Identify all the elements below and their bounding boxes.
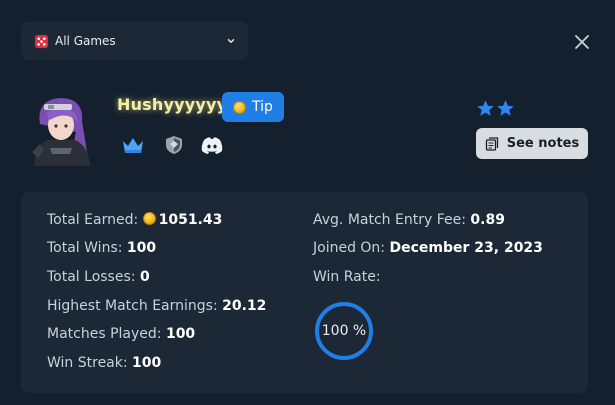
stat-joined-on: Joined On: December 23, 2023 bbox=[313, 240, 543, 256]
tip-label: Tip bbox=[252, 99, 273, 115]
joined-label: Joined On: bbox=[313, 240, 386, 256]
star-icon bbox=[477, 100, 494, 116]
matches-played-label: Matches Played: bbox=[47, 326, 162, 342]
total-wins-value: 100 bbox=[126, 240, 157, 256]
shield-icon[interactable] bbox=[162, 135, 186, 155]
stat-avg-entry-fee: Avg. Match Entry Fee: 0.89 bbox=[313, 212, 505, 228]
rating-stars bbox=[476, 99, 515, 118]
total-earned-label: Total Earned: bbox=[47, 212, 139, 228]
avg-fee-label: Avg. Match Entry Fee: bbox=[313, 212, 466, 228]
total-losses-label: Total Losses: bbox=[47, 269, 136, 285]
avatar bbox=[32, 98, 90, 166]
stat-total-earned: Total Earned: 1051.43 bbox=[47, 212, 222, 228]
star-icon bbox=[497, 100, 514, 116]
game-filter-label: All Games bbox=[55, 34, 116, 48]
notes-icon bbox=[485, 136, 498, 151]
tip-button[interactable]: Tip bbox=[222, 92, 284, 122]
game-filter-dropdown[interactable]: All Games bbox=[21, 22, 248, 60]
stat-win-rate: Win Rate: bbox=[313, 269, 381, 285]
win-streak-value: 100 bbox=[132, 355, 162, 371]
coin-icon bbox=[233, 100, 247, 114]
username[interactable]: Hushyyyyyy bbox=[117, 95, 227, 114]
win-rate-value: 100 % bbox=[321, 323, 367, 339]
win-streak-label: Win Streak: bbox=[47, 355, 128, 371]
see-notes-label: See notes bbox=[506, 136, 580, 151]
coin-icon bbox=[142, 212, 156, 225]
stat-matches-played: Matches Played: 100 bbox=[47, 326, 195, 342]
total-losses-value: 0 bbox=[139, 269, 150, 285]
joined-value: December 23, 2023 bbox=[389, 240, 543, 256]
total-earned-value: 1051.43 bbox=[158, 212, 223, 228]
see-notes-button[interactable]: See notes bbox=[476, 128, 588, 159]
avg-fee-value: 0.89 bbox=[470, 212, 505, 228]
matches-played-value: 100 bbox=[165, 326, 196, 342]
stats-panel: Total Earned: 1051.43 Total Wins: 100 To… bbox=[21, 192, 588, 393]
win-rate-ring: 100 % bbox=[313, 300, 375, 362]
discord-icon[interactable] bbox=[200, 135, 224, 155]
close-icon[interactable] bbox=[573, 33, 591, 51]
dice-icon bbox=[34, 34, 49, 48]
stat-total-wins: Total Wins: 100 bbox=[47, 240, 156, 256]
total-wins-label: Total Wins: bbox=[47, 240, 123, 256]
highest-earnings-label: Highest Match Earnings: bbox=[47, 298, 218, 314]
stat-win-streak: Win Streak: 100 bbox=[47, 355, 161, 371]
stat-total-losses: Total Losses: 0 bbox=[47, 269, 150, 285]
win-rate-label: Win Rate: bbox=[313, 269, 381, 285]
stat-highest-earnings: Highest Match Earnings: 20.12 bbox=[47, 298, 266, 314]
highest-earnings-value: 20.12 bbox=[222, 298, 267, 314]
crown-icon[interactable] bbox=[121, 135, 145, 155]
chevron-down-icon bbox=[227, 39, 235, 43]
